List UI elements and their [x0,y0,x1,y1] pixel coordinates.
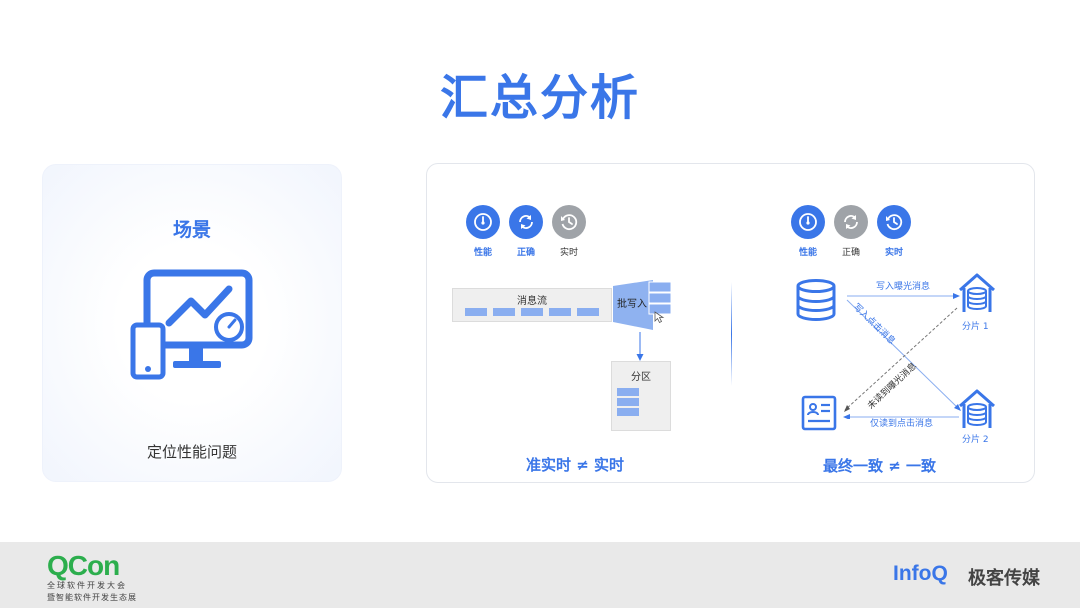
right-caption: 最终一致 ≠ 一致 [823,457,937,475]
document-icon [801,395,837,431]
edge-read-click-only: 仅读到点击消息 [870,419,934,429]
badge-realtime: 实时 [551,205,587,258]
message-block [493,308,515,316]
infoq-logo: InfoQ [893,562,948,585]
shard-2-label: 分片 2 [962,435,989,445]
left-caption: 准实时 ≠ 实时 [526,456,625,474]
badge-label: 实时 [559,248,578,258]
badge-performance: 性能 [465,205,501,258]
message-block [465,308,487,316]
message-block [617,398,639,406]
badge-label: 实时 [884,248,903,258]
monitor-phone-chart-icon [130,269,253,380]
partition-box: 分区 [611,361,671,431]
badge-performance: 性能 [790,205,826,258]
history-clock-icon [877,205,911,239]
divider-line [731,282,732,386]
arrow-down-icon [636,332,644,361]
history-clock-icon [552,205,586,239]
refresh-icon [509,205,543,239]
qcon-logo: QCon [47,550,120,581]
scenario-title: 场景 [172,219,211,241]
edge-write-exposure: 写入曝光消息 [876,282,931,292]
message-block [521,308,543,316]
qcon-tagline-2: 暨智能软件开发生态展 [47,593,137,602]
badge-correctness: 正确 [508,205,544,258]
message-block [617,408,639,416]
shard-1-label: 分片 1 [962,322,989,332]
message-block [617,388,639,396]
badge-label: 性能 [473,248,492,258]
speedometer-icon [791,205,825,239]
message-block [549,308,571,316]
footer-bar: QCon 全球软件开发大会 暨智能软件开发生态展 InfoQ 极客传媒 [0,542,1080,608]
message-stream: 消息流 [452,288,612,322]
batch-write-label: 批写入 [617,299,647,310]
message-block [577,308,599,316]
geekbang-brand: 极客传媒 [968,568,1040,589]
comparison-card: 性能 正确 实时 消息流 批写入 分区 准实时 ≠ 实时 性能 正确 实时 写入… [426,163,1035,483]
refresh-icon [834,205,868,239]
qcon-tagline: 全球软件开发大会 [47,581,127,590]
badge-correctness: 正确 [833,205,869,258]
scenario-card: 场景 定位性能问题 [42,164,342,482]
message-stream-label: 消息流 [517,296,547,307]
partition-label: 分区 [631,372,651,383]
badge-label: 正确 [516,248,535,258]
speedometer-icon [466,205,500,239]
database-icon [796,279,836,321]
badge-label: 正确 [841,248,860,258]
slide-title: 汇总分析 [439,70,640,126]
badge-realtime: 实时 [876,205,912,258]
scenario-caption: 定位性能问题 [146,443,237,461]
badge-label: 性能 [798,248,817,258]
